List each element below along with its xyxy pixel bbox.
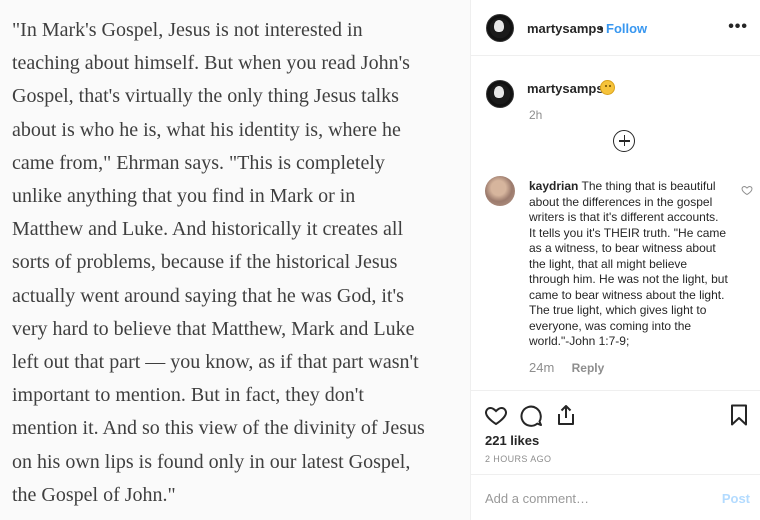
heart-icon[interactable] <box>484 403 508 427</box>
quote-text: "In Mark's Gospel, Jesus is not interest… <box>12 14 462 512</box>
quote-line: on his own lips is found only in our lat… <box>12 450 411 473</box>
quote-line: unlike anything that you find in Mark or… <box>12 185 356 208</box>
comment-line: It tells you it's THEIR truth. "He came <box>529 225 727 240</box>
post-header: martysamps • Follow ••• <box>471 0 760 56</box>
comment-icon[interactable] <box>519 403 543 427</box>
comment-text: kaydrian The thing that is beautiful abo… <box>529 179 734 350</box>
comment-timestamp: 24m <box>529 360 555 375</box>
quote-line: very hard to believe that Matthew, Mark … <box>12 317 415 340</box>
comment-line: as a witness, to bear witness about <box>529 241 716 255</box>
bookmark-icon[interactable] <box>727 403 751 427</box>
share-icon[interactable] <box>554 403 578 427</box>
post-side-panel: martysamps • Follow ••• martysamps 2h ka… <box>471 0 760 520</box>
separator-dot: • <box>599 21 604 36</box>
quote-line: sorts of problems, because if the histor… <box>12 251 398 274</box>
quote-line: Gospel, that's virtually the only thing … <box>12 85 399 108</box>
follow-button[interactable]: Follow <box>606 21 647 36</box>
comment-line: through him. He was not the light, but <box>529 272 728 286</box>
comment-line: about the differences in the gospel <box>529 194 713 209</box>
load-more-comments-button[interactable] <box>613 130 635 152</box>
comment-line: writers is that it's different accounts. <box>529 210 719 224</box>
comment-meta: 24m Reply <box>529 360 604 375</box>
post-actions: 221 likes 2 HOURS AGO <box>471 390 760 474</box>
comment-line: kaydrian The thing that is beautiful <box>529 179 734 195</box>
commenter-avatar[interactable] <box>485 176 515 206</box>
comment-line-text: The thing that is beautiful <box>581 179 716 193</box>
comment-line: the light, that all might believe <box>529 256 688 271</box>
quote-line: "In Mark's Gospel, Jesus is not interest… <box>12 19 363 41</box>
caption-username[interactable]: martysamps <box>527 81 604 96</box>
post-comment-button[interactable]: Post <box>722 491 750 506</box>
quote-line: mention it. And so this view of the divi… <box>12 417 425 440</box>
like-comment-heart-icon[interactable] <box>741 184 753 196</box>
thinking-emoji-icon <box>600 80 615 95</box>
post-age: 2 HOURS AGO <box>485 454 552 464</box>
more-options-icon[interactable]: ••• <box>728 18 748 36</box>
quote-line: came from," Ehrman says. "This is comple… <box>12 151 385 174</box>
likes-count[interactable]: 221 likes <box>485 433 539 448</box>
post-image: "In Mark's Gospel, Jesus is not interest… <box>0 0 471 520</box>
avatar[interactable] <box>486 14 514 42</box>
comment-line: came to bear witness about the light. <box>529 287 725 302</box>
caption-avatar[interactable] <box>486 80 514 108</box>
quote-line: actually went around saying that he was … <box>12 284 404 307</box>
comment-line: everyone, was coming into the <box>529 318 692 333</box>
comment-line: world."-John 1:7-9; <box>529 334 630 348</box>
comment-line: The true light, which gives light to <box>529 303 707 317</box>
caption-timestamp: 2h <box>529 108 543 122</box>
add-comment-bar: Post <box>471 474 760 520</box>
quote-line: Matthew and Luke. And historically it cr… <box>12 218 403 241</box>
comment-username[interactable]: kaydrian <box>529 179 578 193</box>
quote-line: teaching about himself. But when you rea… <box>12 52 410 75</box>
reply-button[interactable]: Reply <box>572 361 605 375</box>
quote-line: the Gospel of John." <box>12 483 176 506</box>
header-username[interactable]: martysamps <box>527 21 604 36</box>
quote-line: important to mention. But in fact, they … <box>12 384 364 407</box>
comment-input[interactable] <box>485 488 705 508</box>
quote-line: about is who he is, what his identity is… <box>12 118 401 141</box>
quote-line: left out that part — you know, as if tha… <box>12 351 419 374</box>
